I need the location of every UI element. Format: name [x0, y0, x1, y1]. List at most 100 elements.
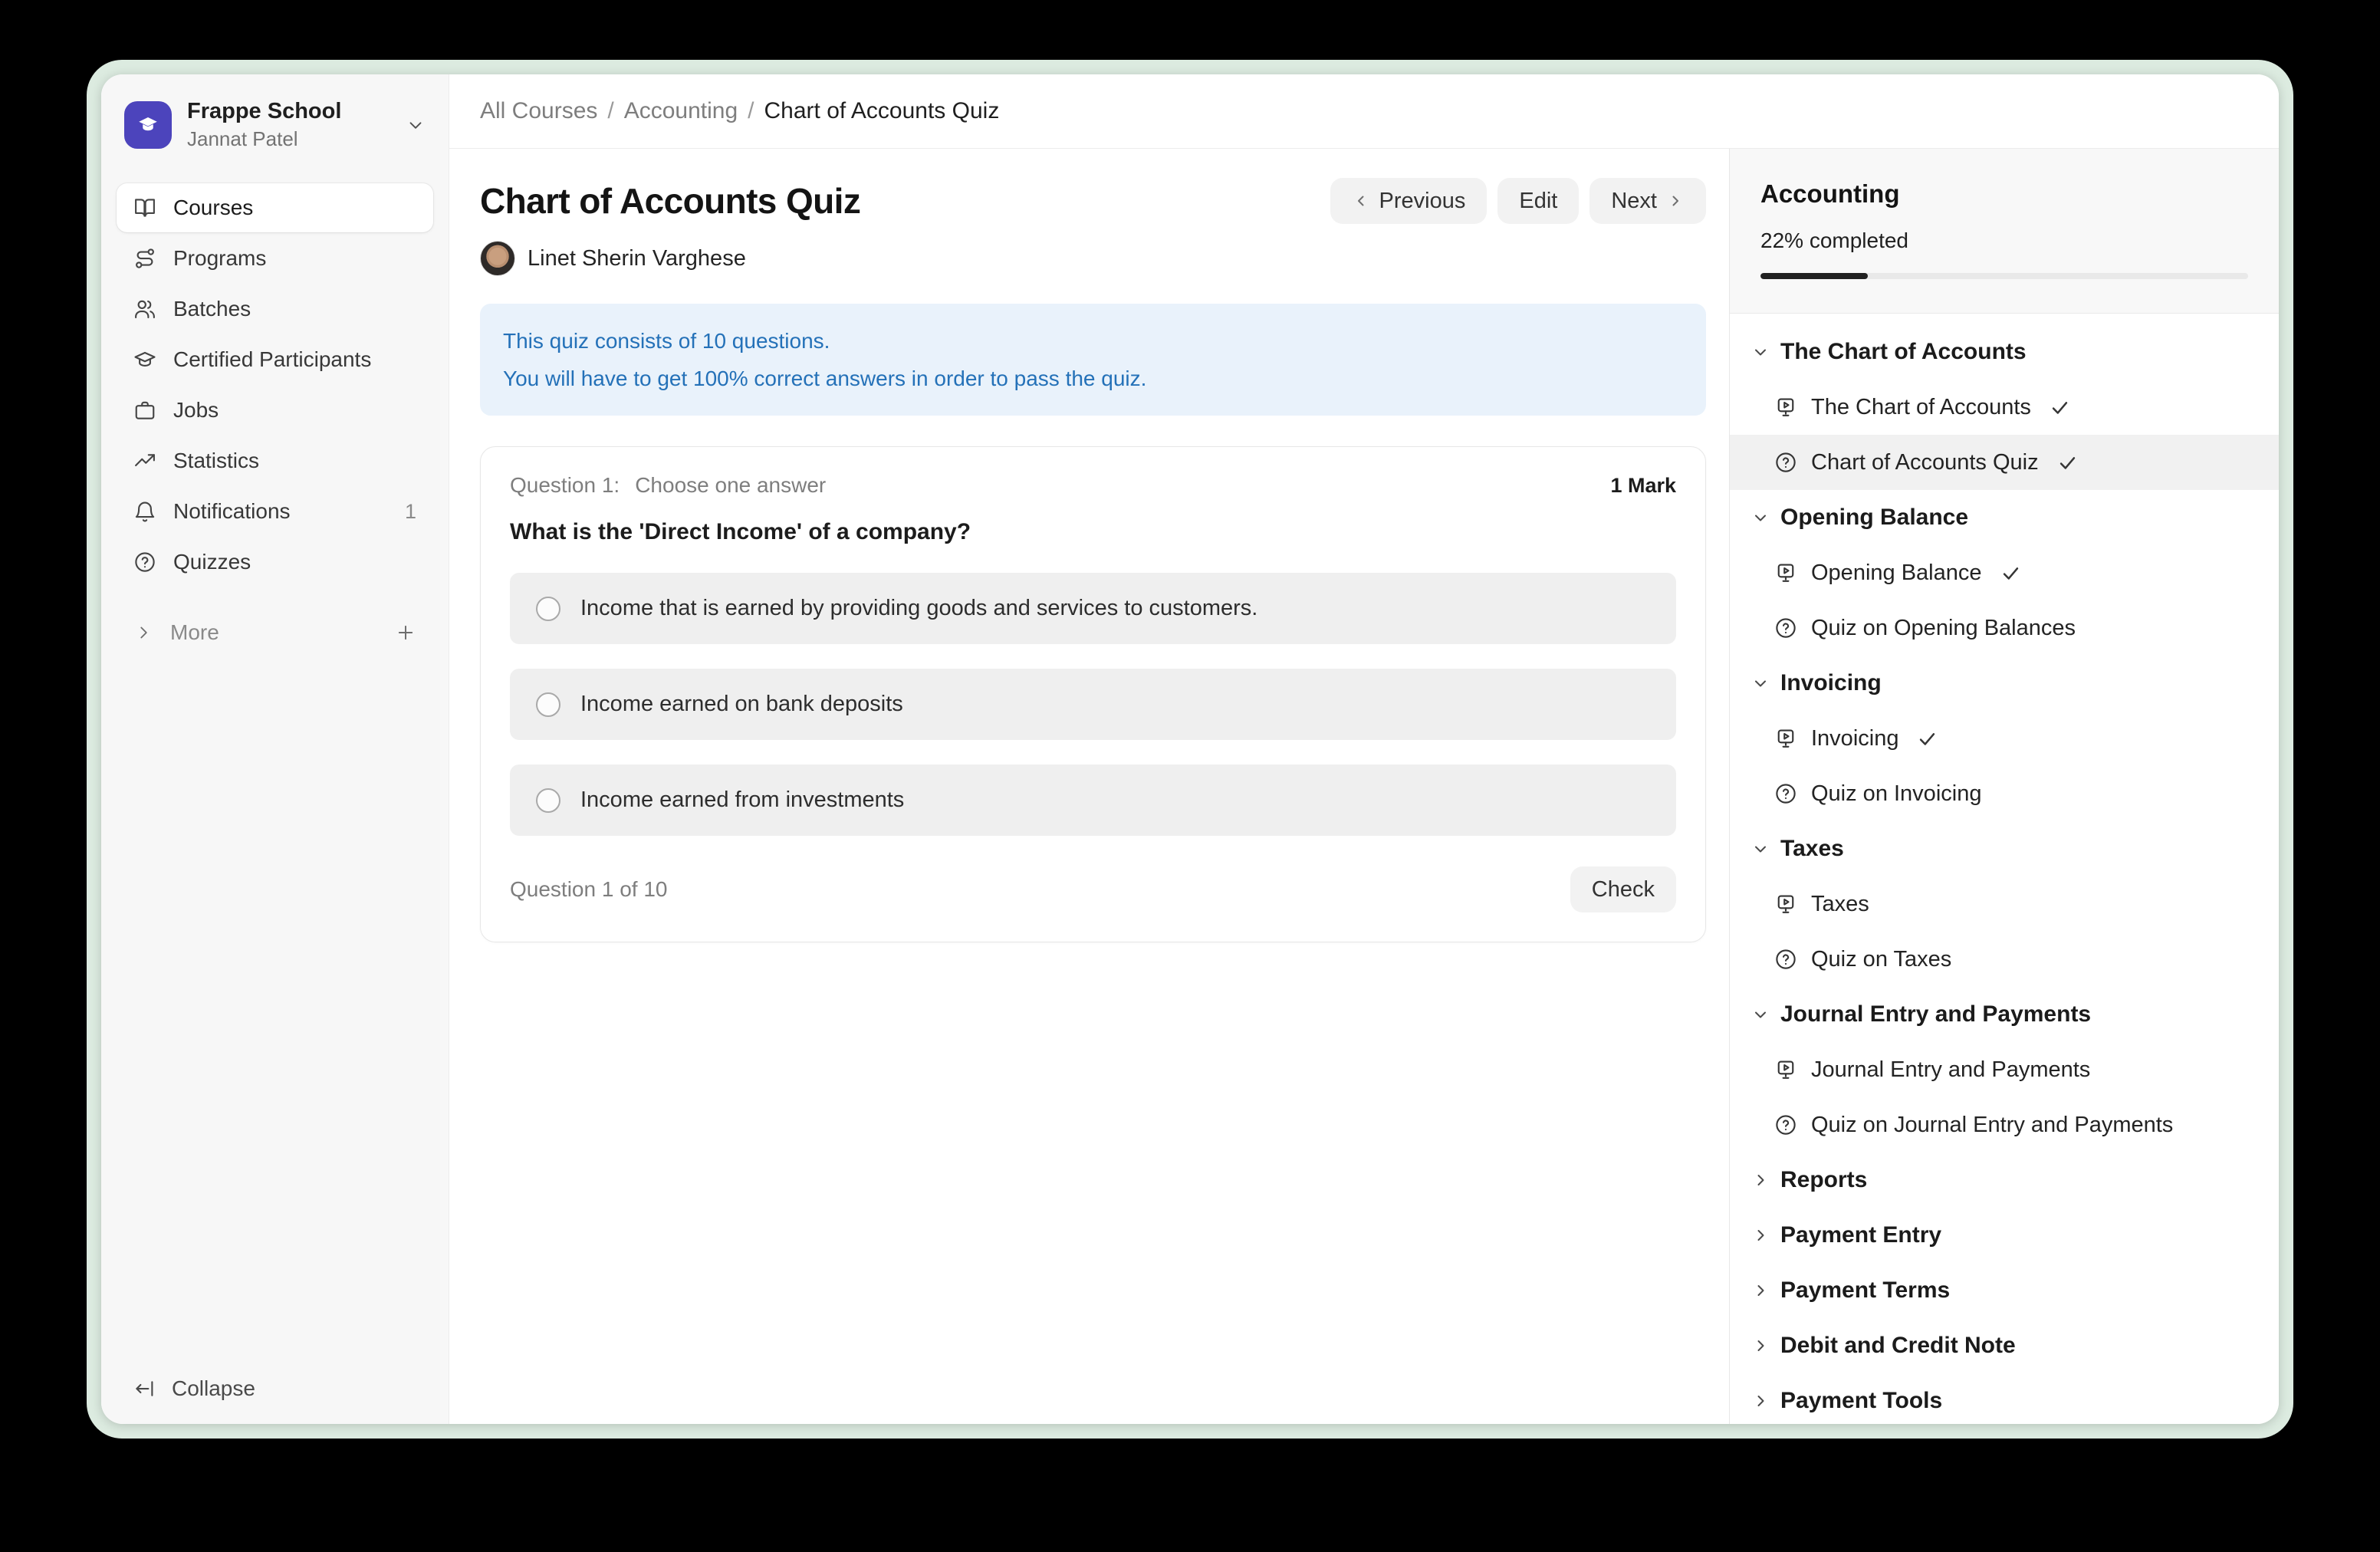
outline-section-invoicing[interactable]: Invoicing	[1730, 656, 2279, 711]
main-region: All Courses / Accounting / Chart of Acco…	[449, 74, 2279, 1424]
chevron-left-icon	[1352, 192, 1370, 210]
outline-item-the-chart-of-accounts[interactable]: The Chart of Accounts	[1730, 380, 2279, 435]
sidebar-item-more[interactable]: More	[117, 610, 433, 656]
previous-button[interactable]: Previous	[1330, 178, 1488, 224]
breadcrumb-current: Chart of Accounts Quiz	[764, 98, 1000, 124]
check-button[interactable]: Check	[1570, 866, 1676, 912]
check-label: Check	[1592, 877, 1655, 903]
app-frame: Frappe School Jannat Patel Courses Progra…	[87, 60, 2293, 1439]
edit-button[interactable]: Edit	[1497, 178, 1579, 224]
trending-up-icon	[133, 449, 156, 472]
outline-section-payment-terms[interactable]: Payment Terms	[1730, 1263, 2279, 1318]
lesson-icon	[1774, 396, 1797, 419]
author-avatar	[480, 241, 515, 276]
chevron-down-icon	[1751, 508, 1770, 527]
radio-button[interactable]	[536, 597, 560, 621]
next-label: Next	[1611, 189, 1657, 214]
outline-section-title: The Chart of Accounts	[1780, 339, 2027, 365]
outline-section-the-chart-of-accounts[interactable]: The Chart of Accounts	[1730, 324, 2279, 380]
outline-section-title: Reports	[1780, 1167, 1867, 1193]
sidebar-item-statistics[interactable]: Statistics	[117, 436, 433, 485]
outline-item-chart-of-accounts-quiz[interactable]: Chart of Accounts Quiz	[1730, 435, 2279, 490]
sidebar-item-label: Statistics	[173, 449, 259, 473]
outline-item-quiz-on-opening-balances[interactable]: Quiz on Opening Balances	[1730, 600, 2279, 656]
profile-switcher[interactable]: Frappe School Jannat Patel	[117, 99, 433, 151]
briefcase-icon	[133, 399, 156, 422]
breadcrumb-all-courses[interactable]: All Courses	[480, 98, 597, 124]
course-outline-sidebar: Accounting 22% completed The Chart of Ac…	[1729, 149, 2279, 1424]
question-footer: Question 1 of 10 Check	[510, 866, 1676, 912]
question-type-hint: Choose one answer	[635, 473, 826, 498]
outline-section-title: Payment Entry	[1780, 1222, 1941, 1248]
outline-item-label: Chart of Accounts Quiz	[1811, 450, 2039, 475]
chevron-down-icon[interactable]	[406, 115, 426, 135]
chevron-right-icon	[1751, 1226, 1770, 1245]
question-pager: Question 1 of 10	[510, 877, 667, 902]
course-outline-header: Accounting 22% completed	[1730, 149, 2279, 314]
sidebar-item-programs[interactable]: Programs	[117, 234, 433, 283]
breadcrumb-accounting[interactable]: Accounting	[624, 98, 738, 124]
next-button[interactable]: Next	[1589, 178, 1706, 224]
answer-option-label: Income that is earned by providing goods…	[580, 596, 1257, 621]
question-text: What is the 'Direct Income' of a company…	[510, 519, 1676, 545]
breadcrumb-separator: /	[748, 98, 754, 124]
outline-item-quiz-on-journal-entry-and-payments[interactable]: Quiz on Journal Entry and Payments	[1730, 1097, 2279, 1152]
outline-item-quiz-on-taxes[interactable]: Quiz on Taxes	[1730, 932, 2279, 987]
author-row: Linet Sherin Varghese	[480, 241, 1706, 276]
answer-option-3[interactable]: Income earned from investments	[510, 764, 1676, 836]
sidebar-item-label: Quizzes	[173, 550, 251, 574]
quiz-icon	[1774, 782, 1797, 805]
outline-item-journal-entry-and-payments[interactable]: Journal Entry and Payments	[1730, 1042, 2279, 1097]
sidebar-item-notifications[interactable]: Notifications1	[117, 487, 433, 536]
outline-section-title: Payment Terms	[1780, 1277, 1950, 1304]
chevron-down-icon	[1751, 343, 1770, 361]
outline-item-label: Quiz on Taxes	[1811, 947, 1951, 972]
question-number-label: Question 1:	[510, 473, 620, 498]
radio-button[interactable]	[536, 692, 560, 717]
quiz-icon	[1774, 1113, 1797, 1136]
chevron-right-icon	[1666, 192, 1685, 210]
sidebar-item-batches[interactable]: Batches	[117, 284, 433, 334]
help-circle-icon	[133, 551, 156, 574]
outline-item-label: Opening Balance	[1811, 561, 1982, 586]
sidebar-item-certified-participants[interactable]: Certified Participants	[117, 335, 433, 384]
sidebar-item-courses[interactable]: Courses	[117, 183, 433, 232]
page-title: Chart of Accounts Quiz	[480, 180, 860, 222]
collapse-sidebar-button[interactable]: Collapse	[117, 1376, 433, 1401]
course-progress-fill	[1760, 273, 1868, 279]
outline-item-invoicing[interactable]: Invoicing	[1730, 711, 2279, 766]
answer-option-1[interactable]: Income that is earned by providing goods…	[510, 573, 1676, 644]
sidebar-item-label: Jobs	[173, 398, 219, 423]
outline-item-opening-balance[interactable]: Opening Balance	[1730, 545, 2279, 600]
users-icon	[133, 298, 156, 321]
outline-section-payment-tools[interactable]: Payment Tools	[1730, 1373, 2279, 1424]
plus-icon[interactable]	[395, 622, 416, 643]
course-progress-bar	[1760, 273, 2248, 279]
answer-option-2[interactable]: Income earned on bank deposits	[510, 669, 1676, 740]
outline-item-quiz-on-invoicing[interactable]: Quiz on Invoicing	[1730, 766, 2279, 821]
outline-item-label: Journal Entry and Payments	[1811, 1057, 2090, 1083]
title-row: Chart of Accounts Quiz Previous Edit	[480, 178, 1706, 224]
outline-section-taxes[interactable]: Taxes	[1730, 821, 2279, 876]
outline-item-taxes[interactable]: Taxes	[1730, 876, 2279, 932]
outline-section-reports[interactable]: Reports	[1730, 1152, 2279, 1208]
radio-button[interactable]	[536, 788, 560, 813]
outline-section-payment-entry[interactable]: Payment Entry	[1730, 1208, 2279, 1263]
outline-section-debit-and-credit-note[interactable]: Debit and Credit Note	[1730, 1318, 2279, 1373]
chevron-right-icon	[133, 623, 153, 643]
previous-label: Previous	[1379, 189, 1466, 214]
sidebar-item-quizzes[interactable]: Quizzes	[117, 538, 433, 587]
chevron-right-icon	[1751, 1171, 1770, 1189]
breadcrumb-separator: /	[607, 98, 613, 124]
sidebar-item-label: Certified Participants	[173, 347, 371, 372]
chevron-right-icon	[1751, 1392, 1770, 1410]
check-icon	[2050, 397, 2070, 418]
bell-icon	[133, 500, 156, 523]
sidebar-item-jobs[interactable]: Jobs	[117, 386, 433, 435]
quiz-instruction-line: You will have to get 100% correct answer…	[503, 360, 1683, 397]
outline-section-opening-balance[interactable]: Opening Balance	[1730, 490, 2279, 545]
outline-section-title: Journal Entry and Payments	[1780, 1001, 2091, 1028]
sidebar-item-label: Programs	[173, 246, 266, 271]
outline-section-journal-entry-and-payments[interactable]: Journal Entry and Payments	[1730, 987, 2279, 1042]
course-outline-list: The Chart of Accounts The Chart of Accoun…	[1730, 314, 2279, 1424]
